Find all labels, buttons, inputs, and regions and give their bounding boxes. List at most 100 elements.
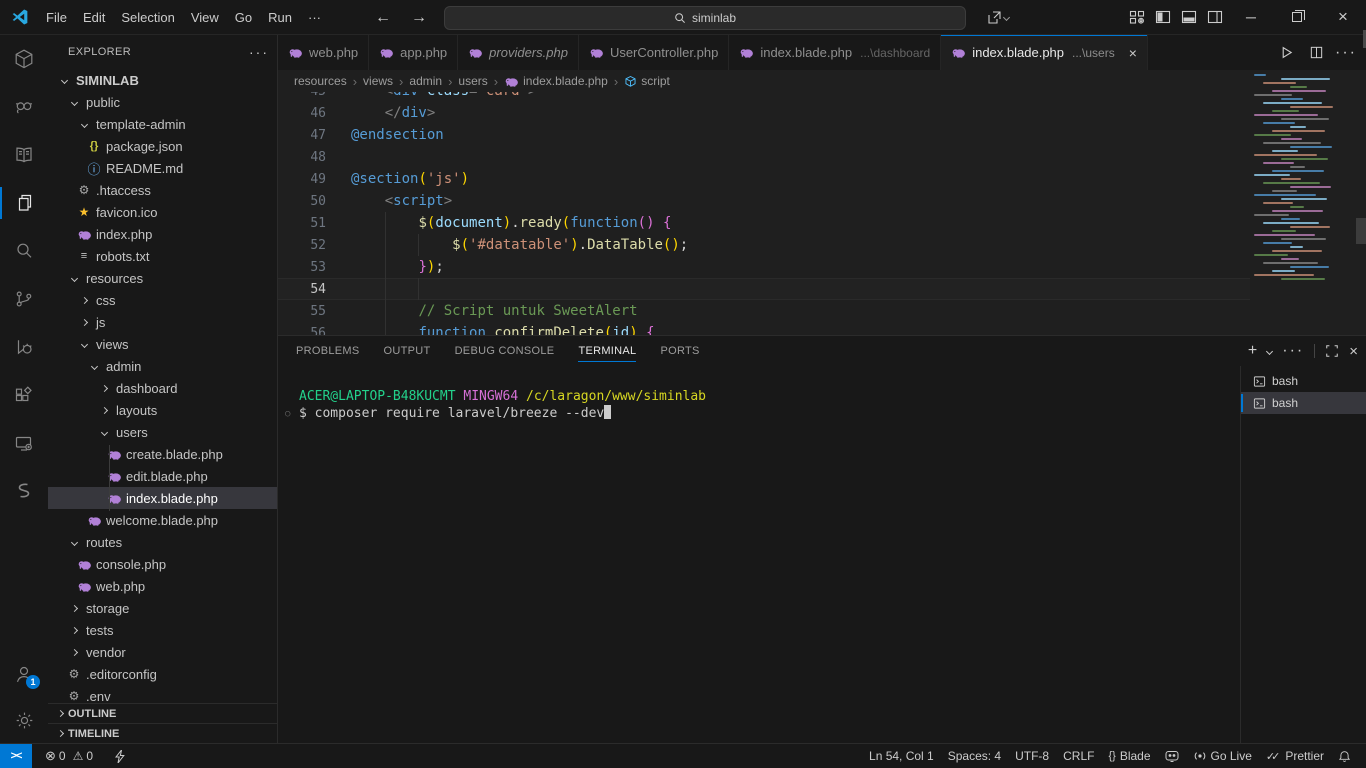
bolt-status[interactable] <box>108 744 132 768</box>
activity-source-control-icon[interactable] <box>0 275 48 323</box>
menu-file[interactable]: File <box>38 7 75 28</box>
new-terminal-icon[interactable]: + <box>1248 342 1257 360</box>
status-eol[interactable]: CRLF <box>1056 749 1101 763</box>
tree-item-index-blade-php[interactable]: index.blade.php <box>48 487 277 509</box>
tree-item-htaccess[interactable]: ⚙ .htaccess <box>48 179 277 201</box>
menu-run[interactable]: Run <box>260 7 300 28</box>
tree-item-routes[interactable]: routes <box>48 531 277 553</box>
tree-item-vendor[interactable]: vendor <box>48 641 277 663</box>
tree-item-editorconfig[interactable]: ⚙ .editorconfig <box>48 663 277 685</box>
code-line-55[interactable]: 55 // Script untuk SweetAlert <box>278 300 1250 322</box>
problems-status[interactable]: ⊗ 0 ⚠ 0 <box>38 744 100 768</box>
menu-selection[interactable]: Selection <box>113 7 182 28</box>
tree-item-admin[interactable]: admin <box>48 355 277 377</box>
code-line-54[interactable]: 54 <box>278 278 1250 300</box>
timeline-section[interactable]: TIMELINE <box>48 723 277 743</box>
tree-item-js[interactable]: js <box>48 311 277 333</box>
minimap[interactable] <box>1250 70 1356 335</box>
activity-search-icon[interactable] <box>0 227 48 275</box>
code-line-51[interactable]: 51 $(document).ready(function() { <box>278 212 1250 234</box>
tree-item-css[interactable]: css <box>48 289 277 311</box>
tree-item-public[interactable]: public <box>48 91 277 113</box>
terminal-list-item-2[interactable]: bash <box>1241 392 1366 414</box>
tab-app-php[interactable]: app.php <box>369 35 459 70</box>
tree-item-index-php[interactable]: index.php <box>48 223 277 245</box>
breadcrumb-index-blade-php[interactable]: index.blade.php <box>504 74 608 89</box>
panel-tab-problems[interactable]: PROBLEMS <box>296 336 360 366</box>
panel-tab-output[interactable]: OUTPUT <box>384 336 431 366</box>
code-line-48[interactable]: 48 <box>278 146 1250 168</box>
tree-item-package-json[interactable]: {} package.json <box>48 135 277 157</box>
code-editor[interactable]: resources › views › admin › users › index.blade.… <box>278 70 1366 335</box>
customize-layout-icon[interactable] <box>1124 4 1150 30</box>
tab-usercontroller-php[interactable]: UserController.php <box>578 35 730 70</box>
command-center-search[interactable]: siminlab <box>444 5 966 30</box>
nav-forward-icon[interactable]: → <box>408 9 430 27</box>
panel-tab-debug-console[interactable]: DEBUG CONSOLE <box>455 336 555 366</box>
run-code-icon[interactable] <box>1274 41 1298 65</box>
tree-item-layouts[interactable]: layouts <box>48 399 277 421</box>
activity-box-3d-icon[interactable] <box>0 35 48 83</box>
tree-item-dashboard[interactable]: dashboard <box>48 377 277 399</box>
tree-item-favicon-ico[interactable]: ★ favicon.ico <box>48 201 277 223</box>
activity-copilot-icon[interactable] <box>0 83 48 131</box>
new-window-icon[interactable] <box>986 10 1011 26</box>
minimize-button[interactable]: ─ <box>1228 0 1274 35</box>
status-octoface[interactable] <box>1158 749 1186 763</box>
status-prettier[interactable]: ✓✓ Prettier <box>1259 749 1331 763</box>
tree-item-siminlab[interactable]: SIMINLAB <box>48 69 277 91</box>
split-editor-icon[interactable] <box>1304 41 1328 65</box>
toggle-sidebar-icon[interactable] <box>1150 4 1176 30</box>
tree-item-template-admin[interactable]: template-admin <box>48 113 277 135</box>
tree-item-users[interactable]: users <box>48 421 277 443</box>
tree-item-console-php[interactable]: console.php <box>48 553 277 575</box>
panel-more-icon[interactable]: ··· <box>1282 342 1304 360</box>
breadcrumb-users[interactable]: users <box>458 74 487 88</box>
menu-go[interactable]: Go <box>227 7 260 28</box>
tree-item-robots-txt[interactable]: ≡ robots.txt <box>48 245 277 267</box>
status-cursor-position[interactable]: Ln 54, Col 1 <box>862 749 941 763</box>
code-line-52[interactable]: 52 $('#datatable').DataTable(); <box>278 234 1250 256</box>
tree-item-create-blade-php[interactable]: create.blade.php <box>48 443 277 465</box>
activity-explorer-files-icon[interactable] <box>0 179 48 227</box>
tree-item-env[interactable]: ⚙ .env <box>48 685 277 703</box>
menu-view[interactable]: View <box>183 7 227 28</box>
outline-section[interactable]: OUTLINE <box>48 703 277 723</box>
activity-remote-monitor-icon[interactable] <box>0 419 48 467</box>
restore-button[interactable] <box>1274 0 1320 35</box>
breadcrumb-script[interactable]: script <box>624 74 670 88</box>
settings-gear-icon[interactable] <box>0 697 48 743</box>
breadcrumb-resources[interactable]: resources <box>294 74 347 88</box>
breadcrumb-admin[interactable]: admin <box>409 74 442 88</box>
tree-item-edit-blade-php[interactable]: edit.blade.php <box>48 465 277 487</box>
tab-index-blade-php-dashboard[interactable]: index.blade.php ...\dashboard <box>729 35 942 70</box>
terminal-dropdown-icon[interactable] <box>1266 347 1274 355</box>
editor-scrollbar[interactable] <box>1356 218 1366 244</box>
terminal[interactable]: ACER@LAPTOP-B48KUCMT MINGW64 /c/laragon/… <box>278 366 1240 743</box>
panel-tab-ports[interactable]: PORTS <box>660 336 699 366</box>
activity-book-icon[interactable] <box>0 131 48 179</box>
menu-edit[interactable]: Edit <box>75 7 113 28</box>
tab-web-php[interactable]: web.php <box>278 35 370 70</box>
tab-index-blade-php-users[interactable]: index.blade.php ...\users × <box>941 35 1148 70</box>
tree-item-tests[interactable]: tests <box>48 619 277 641</box>
tab-providers-php[interactable]: providers.php <box>458 35 579 70</box>
panel-tab-terminal[interactable]: TERMINAL <box>578 336 637 366</box>
code-line-49[interactable]: 49 @section('js') <box>278 168 1250 190</box>
code-line-50[interactable]: 50 <script> <box>278 190 1250 212</box>
close-icon[interactable]: × <box>1129 46 1137 60</box>
activity-run-debug-icon[interactable] <box>0 323 48 371</box>
tree-item-welcome-blade-php[interactable]: welcome.blade.php <box>48 509 277 531</box>
explorer-more-icon[interactable]: ··· <box>249 44 269 60</box>
code-line-56[interactable]: 56 function confirmDelete(id) { <box>278 322 1250 335</box>
remote-indicator[interactable]: >< <box>0 744 32 768</box>
close-panel-icon[interactable]: × <box>1349 343 1358 360</box>
toggle-panel-icon[interactable] <box>1176 4 1202 30</box>
tree-item-storage[interactable]: storage <box>48 597 277 619</box>
code-line-46[interactable]: 46 </div> <box>278 102 1250 124</box>
status-notifications[interactable] <box>1331 750 1358 763</box>
status-language-mode[interactable]: {} Blade <box>1101 749 1157 763</box>
activity-extensions-icon[interactable] <box>0 371 48 419</box>
menu-[interactable]: ··· <box>300 7 329 28</box>
toggle-secondary-sidebar-icon[interactable] <box>1202 4 1228 30</box>
